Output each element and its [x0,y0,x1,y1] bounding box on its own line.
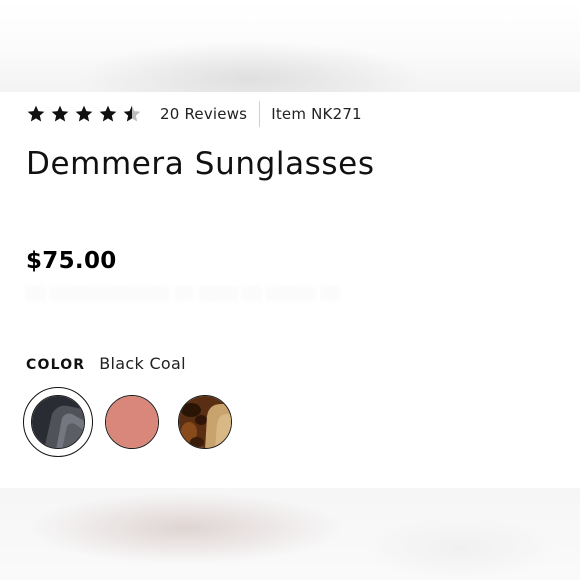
product-price: $75.00 [26,248,117,274]
tortoise-swatch-icon [179,396,231,448]
rating-row: 20 Reviews Item NK271 [26,100,362,128]
item-number: Item NK271 [271,105,362,123]
half-star-icon [122,104,142,124]
color-selection-label: COLOR Black Coal [26,354,186,373]
blurred-footer-area [0,488,580,580]
black-coal-swatch-icon [32,396,84,448]
star-icon [50,104,70,124]
star-icon [74,104,94,124]
product-detail-page: 20 Reviews Item NK271 Demmera Sunglasses… [0,0,580,580]
blurred-installments-text: ░░ ░░░░░░░░░░░░ ░░ ░░░░ ░░ ░░░░░ ░░ [26,287,341,302]
color-swatch-black-coal[interactable] [31,395,85,449]
rating-divider [259,101,261,127]
rose-swatch-icon [106,396,158,448]
star-icon [98,104,118,124]
color-swatch-tortoise[interactable] [178,395,232,449]
color-swatch-rose[interactable] [105,395,159,449]
color-label: COLOR [26,357,86,373]
selected-color-name: Black Coal [99,354,186,373]
star-rating[interactable] [26,104,142,124]
blurred-header-area [0,0,580,92]
product-title: Demmera Sunglasses [26,146,375,182]
star-icon [26,104,46,124]
reviews-link[interactable]: 20 Reviews [160,105,247,123]
